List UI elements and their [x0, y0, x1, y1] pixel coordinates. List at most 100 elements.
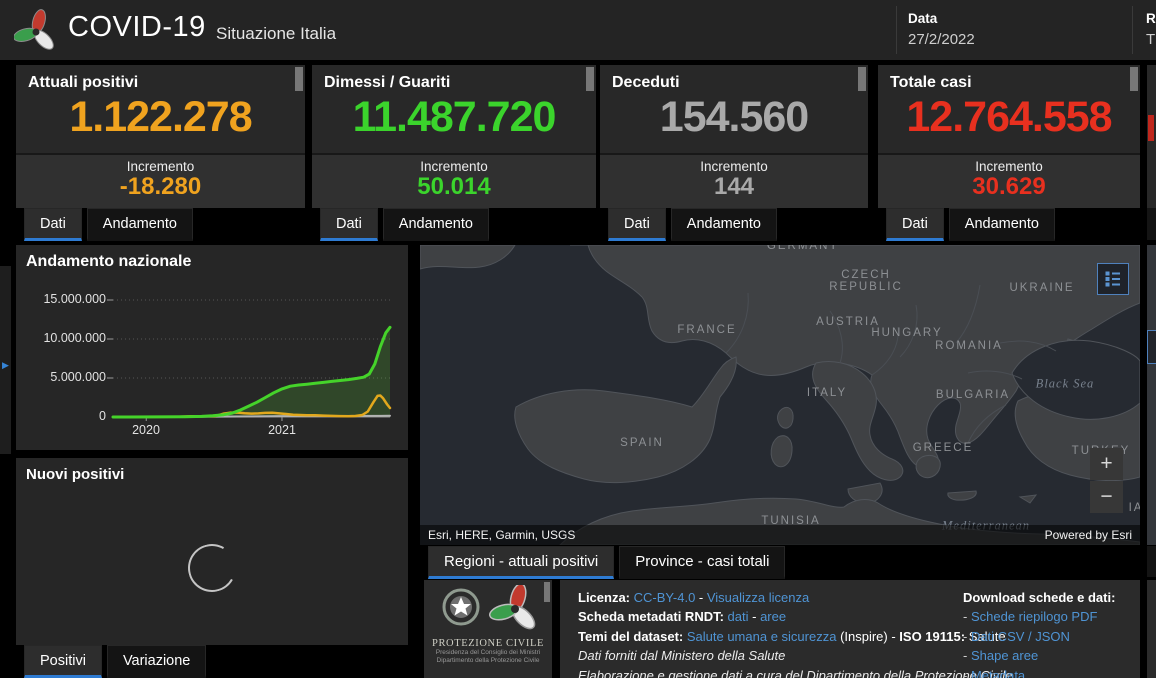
dash: -: [963, 609, 971, 624]
increment-value: -18.280: [16, 174, 305, 200]
tab-andamento[interactable]: Andamento: [383, 208, 489, 241]
y-tick-label: 5.000.000: [20, 370, 106, 384]
card-attuali-positivi: Attuali positivi 1.122.278 Incremento -1…: [16, 65, 305, 208]
date-label: Data: [908, 11, 937, 26]
cutoff-card-sliver: [1147, 65, 1156, 208]
map-attribution: Esri, HERE, Garmin, USGS: [428, 528, 575, 542]
expand-panel-arrow-icon[interactable]: ▶: [2, 360, 9, 371]
dash: -: [963, 668, 971, 678]
header-cutoff-value: T: [1146, 31, 1155, 48]
tab-andamento[interactable]: Andamento: [949, 208, 1055, 241]
tab-dati[interactable]: Dati: [886, 208, 944, 241]
app-title: COVID-19: [68, 11, 206, 44]
protezione-civile-logo-icon: [14, 8, 58, 52]
card-title: Attuali positivi: [16, 65, 305, 92]
new-positives-title: Nuovi positivi: [26, 466, 124, 483]
legend-list-icon: [1105, 271, 1121, 287]
powered-by-esri-link[interactable]: Powered by Esri: [1045, 528, 1132, 542]
cutoff-tab-sliver: [1147, 208, 1156, 240]
card-scrollbar[interactable]: [295, 67, 303, 91]
view-license-link[interactable]: Visualizza licenza: [707, 590, 809, 605]
metadata-dati-link[interactable]: dati: [728, 609, 749, 624]
card-tabs-attuali: Dati Andamento: [24, 208, 193, 240]
increment-section: Incremento 30.629: [878, 153, 1140, 208]
tab-andamento[interactable]: Andamento: [87, 208, 193, 241]
card-dimessi-guariti: Dimessi / Guariti 11.487.720 Incremento …: [312, 65, 596, 208]
y-tick-label: 10.000.000: [20, 331, 106, 345]
map-basemap: [420, 245, 1140, 545]
themes-line: Temi del dataset: Salute umana e sicurez…: [578, 627, 1012, 646]
download-link[interactable]: Shape aree: [971, 648, 1038, 663]
org-line2: Dipartimento della Protezione Civile: [424, 657, 552, 665]
protezione-civile-emblem-icon: [488, 585, 538, 631]
themes-label: Temi del dataset:: [578, 629, 683, 644]
footer-logo-panel: PROTEZIONE CIVILE Presidenza del Consigl…: [424, 580, 552, 678]
cutoff-legend-fragment: [1147, 330, 1156, 364]
license-link[interactable]: CC-BY-4.0: [634, 590, 696, 605]
tab-dati[interactable]: Dati: [24, 208, 82, 241]
themes-mid: (Inspire) -: [836, 629, 899, 644]
card-value: 1.122.278: [16, 93, 305, 142]
data-source-note: Dati forniti dal Ministero della Salute: [578, 646, 1012, 665]
metadata-line: Scheda metadati RNDT: dati - aree: [578, 607, 1012, 626]
download-section: Download schede e dati: - Schede riepilo…: [963, 588, 1115, 678]
card-tabs-deceduti: Dati Andamento: [608, 208, 777, 240]
tab-andamento[interactable]: Andamento: [671, 208, 777, 241]
card-scrollbar[interactable]: [1130, 67, 1138, 91]
increment-label: Incremento: [600, 159, 868, 174]
new-positives-panel: Nuovi positivi: [16, 458, 408, 645]
license-line: Licenza: CC-BY-4.0 - Visualizza licenza: [578, 588, 1012, 607]
collapsed-side-panel: ▶: [0, 266, 11, 454]
tab-regioni-attuali-positivi[interactable]: Regioni - attuali positivi: [428, 546, 614, 579]
separator: -: [749, 609, 761, 624]
download-link-row: - Schede riepilogo PDF: [963, 607, 1115, 626]
card-title: Totale casi: [878, 65, 1140, 92]
card-scrollbar[interactable]: [858, 67, 866, 91]
zoom-in-button[interactable]: +: [1090, 448, 1123, 480]
download-link[interactable]: Schede riepilogo PDF: [971, 609, 1097, 624]
europe-map[interactable]: GERMANYCZECH REPUBLICUKRAINEFRANCEAUSTRI…: [420, 245, 1140, 545]
card-deceduti: Deceduti 154.560 Incremento 144: [600, 65, 868, 208]
x-tick-label: 2020: [132, 423, 160, 437]
header-bar: COVID-19 Situazione Italia Data 27/2/202…: [0, 0, 1156, 60]
card-value: 12.764.558: [878, 93, 1140, 142]
tab-dati[interactable]: Dati: [608, 208, 666, 241]
cutoff-map-sliver: [1147, 245, 1156, 545]
footer-scrollbar[interactable]: [544, 582, 550, 602]
x-tick-label: 2021: [268, 423, 296, 437]
tab-province-casi-totali[interactable]: Province - casi totali: [619, 546, 785, 579]
increment-section: Incremento 50.014: [312, 153, 596, 208]
card-value: 154.560: [600, 93, 868, 142]
tab-positivi[interactable]: Positivi: [24, 645, 102, 678]
card-tabs-totale: Dati Andamento: [886, 208, 1055, 240]
iso-label: ISO 19115:: [899, 629, 965, 644]
metadata-aree-link[interactable]: aree: [760, 609, 786, 624]
license-label: Licenza:: [578, 590, 630, 605]
increment-label: Incremento: [16, 159, 305, 174]
y-tick-label: 0: [20, 409, 106, 423]
new-positives-tabs: Positivi Variazione: [24, 645, 206, 677]
dash: -: [963, 648, 971, 663]
increment-label: Incremento: [312, 159, 596, 174]
map-tabs: Regioni - attuali positivi Province - ca…: [428, 546, 785, 578]
legend-button[interactable]: [1097, 263, 1129, 295]
download-link-row: - Shape aree: [963, 646, 1115, 665]
download-link[interactable]: Dati CSV / JSON: [971, 629, 1070, 644]
download-link[interactable]: Metadata: [971, 668, 1025, 678]
app-subtitle: Situazione Italia: [216, 24, 336, 44]
map-attribution-bar: Esri, HERE, Garmin, USGS Powered by Esri: [420, 525, 1140, 545]
card-scrollbar[interactable]: [586, 67, 594, 91]
footer-license-lines: Licenza: CC-BY-4.0 - Visualizza licenza …: [578, 588, 1012, 678]
zoom-out-button[interactable]: −: [1090, 481, 1123, 513]
card-title: Dimessi / Guariti: [312, 65, 596, 92]
tab-variazione[interactable]: Variazione: [107, 645, 206, 678]
card-totale-casi: Totale casi 12.764.558 Incremento 30.629: [878, 65, 1140, 208]
cutoff-red-value-fragment: [1148, 115, 1154, 141]
increment-label: Incremento: [878, 159, 1140, 174]
tab-dati[interactable]: Dati: [320, 208, 378, 241]
org-name: PROTEZIONE CIVILE: [424, 638, 552, 649]
card-tabs-dimessi: Dati Andamento: [320, 208, 489, 240]
themes-link[interactable]: Salute umana e sicurezza: [687, 629, 837, 644]
download-title: Download schede e dati:: [963, 588, 1115, 607]
header-divider: [1132, 6, 1133, 54]
